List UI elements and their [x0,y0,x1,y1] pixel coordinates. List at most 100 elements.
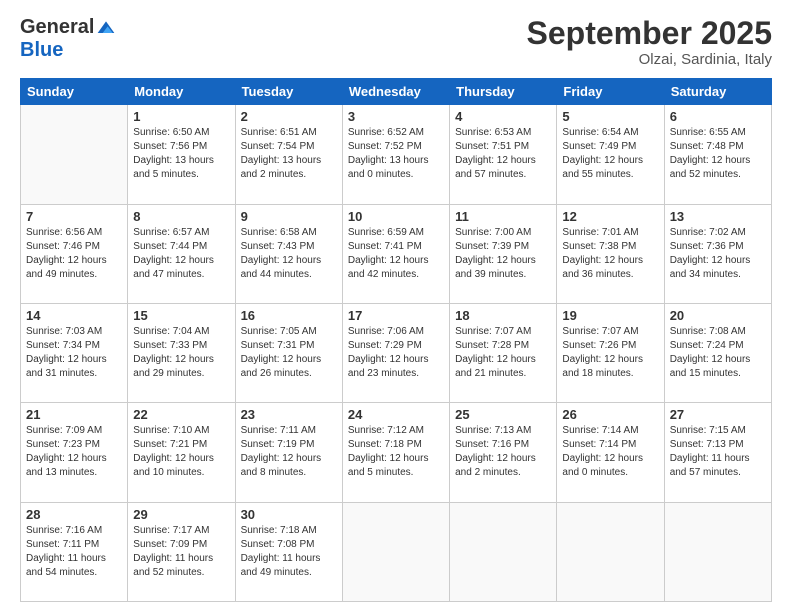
day-number: 28 [26,507,122,522]
day-number: 11 [455,209,551,224]
calendar-cell: 11 Sunrise: 7:00 AM Sunset: 7:39 PM Dayli… [450,204,557,303]
calendar-cell: 13Sunrise: 7:02 AM Sunset: 7:36 PM Dayli… [664,204,771,303]
main-title: September 2025 [527,16,772,51]
day-number: 5 [562,109,658,124]
calendar-cell: 3 Sunrise: 6:52 AM Sunset: 7:52 PM Daylig… [342,105,449,204]
day-info: Sunrise: 6:52 AM Sunset: 7:52 PM Dayligh… [348,126,444,182]
calendar-cell: 21 Sunrise: 7:09 AM Sunset: 7:23 PM Dayli… [21,403,128,502]
day-number: 22 [133,407,229,422]
calendar-cell: 26Sunrise: 7:14 AM Sunset: 7:14 PM Dayli… [557,403,664,502]
title-block: September 2025 Olzai, Sardinia, Italy [527,16,772,68]
header: General Blue September 2025 Olzai, Sardi… [20,16,772,68]
calendar-cell [664,502,771,601]
day-number: 2 [241,109,337,124]
calendar-cell: 2 Sunrise: 6:51 AM Sunset: 7:54 PM Daylig… [235,105,342,204]
day-number: 17 [348,308,444,323]
calendar-cell [557,502,664,601]
day-info: Sunrise: 6:51 AM Sunset: 7:54 PM Dayligh… [241,126,337,182]
day-info: Sunrise: 7:16 AM Sunset: 7:11 PM Dayligh… [26,524,122,580]
week-row-1: 7 Sunrise: 6:56 AM Sunset: 7:46 PM Daylig… [21,204,772,303]
day-number: 25 [455,407,551,422]
day-number: 23 [241,407,337,422]
calendar: SundayMondayTuesdayWednesdayThursdayFrid… [20,78,772,602]
day-header-monday: Monday [128,79,235,105]
logo: General Blue [20,16,116,62]
day-info: Sunrise: 7:15 AM Sunset: 7:13 PM Dayligh… [670,424,766,480]
day-number: 3 [348,109,444,124]
day-info: Sunrise: 7:03 AM Sunset: 7:34 PM Dayligh… [26,325,122,381]
day-number: 16 [241,308,337,323]
week-row-3: 21 Sunrise: 7:09 AM Sunset: 7:23 PM Dayli… [21,403,772,502]
day-number: 27 [670,407,766,422]
day-number: 10 [348,209,444,224]
day-info: Sunrise: 7:00 AM Sunset: 7:39 PM Dayligh… [455,226,551,282]
calendar-cell: 10 Sunrise: 6:59 AM Sunset: 7:41 PM Dayli… [342,204,449,303]
day-info: Sunrise: 7:13 AM Sunset: 7:16 PM Dayligh… [455,424,551,480]
subtitle: Olzai, Sardinia, Italy [527,51,772,68]
day-header-saturday: Saturday [664,79,771,105]
calendar-cell: 28 Sunrise: 7:16 AM Sunset: 7:11 PM Dayli… [21,502,128,601]
calendar-cell: 25 Sunrise: 7:13 AM Sunset: 7:16 PM Dayli… [450,403,557,502]
day-info: Sunrise: 7:11 AM Sunset: 7:19 PM Dayligh… [241,424,337,480]
calendar-cell: 9 Sunrise: 6:58 AM Sunset: 7:43 PM Daylig… [235,204,342,303]
day-number: 4 [455,109,551,124]
week-row-0: 1Sunrise: 6:50 AM Sunset: 7:56 PM Daylig… [21,105,772,204]
calendar-cell: 24 Sunrise: 7:12 AM Sunset: 7:18 PM Dayli… [342,403,449,502]
day-number: 8 [133,209,229,224]
calendar-cell: 14 Sunrise: 7:03 AM Sunset: 7:34 PM Dayli… [21,303,128,402]
week-row-2: 14 Sunrise: 7:03 AM Sunset: 7:34 PM Dayli… [21,303,772,402]
day-info: Sunrise: 7:17 AM Sunset: 7:09 PM Dayligh… [133,524,229,580]
calendar-cell: 22 Sunrise: 7:10 AM Sunset: 7:21 PM Dayli… [128,403,235,502]
calendar-cell: 4 Sunrise: 6:53 AM Sunset: 7:51 PM Daylig… [450,105,557,204]
day-info: Sunrise: 6:53 AM Sunset: 7:51 PM Dayligh… [455,126,551,182]
calendar-cell: 17 Sunrise: 7:06 AM Sunset: 7:29 PM Dayli… [342,303,449,402]
day-info: Sunrise: 7:02 AM Sunset: 7:36 PM Dayligh… [670,226,766,282]
calendar-cell: 5Sunrise: 6:54 AM Sunset: 7:49 PM Daylig… [557,105,664,204]
calendar-cell: 23 Sunrise: 7:11 AM Sunset: 7:19 PM Dayli… [235,403,342,502]
logo-icon [96,18,116,38]
calendar-cell: 16 Sunrise: 7:05 AM Sunset: 7:31 PM Dayli… [235,303,342,402]
calendar-cell: 27 Sunrise: 7:15 AM Sunset: 7:13 PM Dayli… [664,403,771,502]
day-number: 30 [241,507,337,522]
day-header-sunday: Sunday [21,79,128,105]
calendar-cell: 7 Sunrise: 6:56 AM Sunset: 7:46 PM Daylig… [21,204,128,303]
day-number: 26 [562,407,658,422]
day-header-wednesday: Wednesday [342,79,449,105]
calendar-cell: 15 Sunrise: 7:04 AM Sunset: 7:33 PM Dayli… [128,303,235,402]
day-info: Sunrise: 6:58 AM Sunset: 7:43 PM Dayligh… [241,226,337,282]
day-info: Sunrise: 7:09 AM Sunset: 7:23 PM Dayligh… [26,424,122,480]
day-number: 15 [133,308,229,323]
day-info: Sunrise: 7:06 AM Sunset: 7:29 PM Dayligh… [348,325,444,381]
day-info: Sunrise: 7:05 AM Sunset: 7:31 PM Dayligh… [241,325,337,381]
calendar-cell: 18Sunrise: 7:07 AM Sunset: 7:28 PM Dayli… [450,303,557,402]
day-number: 19 [562,308,658,323]
day-number: 7 [26,209,122,224]
day-number: 29 [133,507,229,522]
day-number: 20 [670,308,766,323]
day-number: 9 [241,209,337,224]
calendar-header: SundayMondayTuesdayWednesdayThursdayFrid… [21,79,772,105]
day-info: Sunrise: 7:07 AM Sunset: 7:26 PM Dayligh… [562,325,658,381]
day-header-thursday: Thursday [450,79,557,105]
day-info: Sunrise: 7:01 AM Sunset: 7:38 PM Dayligh… [562,226,658,282]
day-number: 12 [562,209,658,224]
week-row-4: 28 Sunrise: 7:16 AM Sunset: 7:11 PM Dayli… [21,502,772,601]
day-number: 21 [26,407,122,422]
day-info: Sunrise: 6:56 AM Sunset: 7:46 PM Dayligh… [26,226,122,282]
day-number: 24 [348,407,444,422]
day-info: Sunrise: 7:18 AM Sunset: 7:08 PM Dayligh… [241,524,337,580]
day-info: Sunrise: 7:04 AM Sunset: 7:33 PM Dayligh… [133,325,229,381]
day-number: 14 [26,308,122,323]
calendar-cell [342,502,449,601]
day-info: Sunrise: 6:59 AM Sunset: 7:41 PM Dayligh… [348,226,444,282]
calendar-cell: 12 Sunrise: 7:01 AM Sunset: 7:38 PM Dayli… [557,204,664,303]
calendar-cell: 6Sunrise: 6:55 AM Sunset: 7:48 PM Daylig… [664,105,771,204]
calendar-cell: 20Sunrise: 7:08 AM Sunset: 7:24 PM Dayli… [664,303,771,402]
calendar-cell [21,105,128,204]
calendar-cell: 1Sunrise: 6:50 AM Sunset: 7:56 PM Daylig… [128,105,235,204]
day-info: Sunrise: 7:12 AM Sunset: 7:18 PM Dayligh… [348,424,444,480]
logo-general: General [20,16,94,39]
day-number: 1 [133,109,229,124]
day-info: Sunrise: 7:10 AM Sunset: 7:21 PM Dayligh… [133,424,229,480]
day-header-friday: Friday [557,79,664,105]
